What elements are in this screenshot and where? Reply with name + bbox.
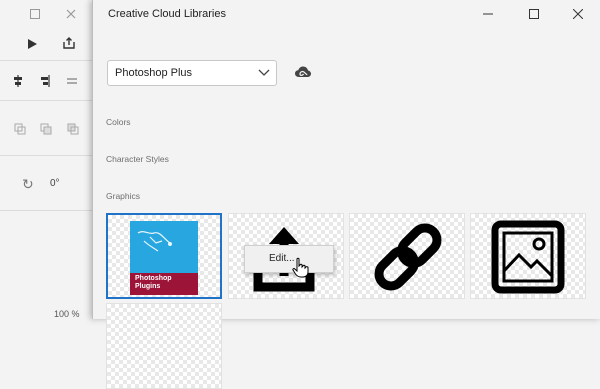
section-colors[interactable]: Colors bbox=[106, 117, 131, 127]
context-menu-edit[interactable]: Edit... bbox=[269, 253, 295, 264]
hand-cursor-icon bbox=[292, 257, 309, 278]
creative-cloud-icon[interactable] bbox=[295, 66, 311, 78]
duplicate-icon[interactable] bbox=[40, 123, 52, 137]
divider bbox=[0, 155, 92, 156]
section-graphics[interactable]: Graphics bbox=[106, 191, 140, 201]
rotation-value[interactable]: 0° bbox=[50, 178, 60, 189]
zoom-value: 100 % bbox=[54, 309, 80, 319]
close-button[interactable] bbox=[555, 0, 600, 28]
share-icon[interactable] bbox=[62, 36, 76, 52]
libraries-window: Creative Cloud Libraries Photoshop Plus … bbox=[92, 0, 600, 389]
library-select[interactable]: Photoshop Plus bbox=[107, 60, 277, 86]
background-app-window: ↻ 0° 100 % bbox=[0, 0, 92, 319]
background-titlebar bbox=[0, 0, 92, 28]
title-bar: Creative Cloud Libraries bbox=[93, 0, 600, 28]
section-character-styles[interactable]: Character Styles bbox=[106, 154, 169, 164]
graphic-tile-image[interactable] bbox=[470, 213, 586, 299]
minimize-icon[interactable] bbox=[30, 9, 40, 21]
minimize-button[interactable] bbox=[465, 0, 511, 28]
library-select-value: Photoshop Plus bbox=[115, 67, 193, 79]
align-center-icon[interactable] bbox=[12, 75, 24, 89]
maximize-button[interactable] bbox=[511, 0, 557, 28]
close-icon bbox=[573, 9, 583, 19]
graphic-tile-link[interactable] bbox=[349, 213, 465, 299]
play-icon[interactable] bbox=[26, 38, 38, 52]
graphic-tile-partial[interactable] bbox=[106, 303, 222, 389]
divider bbox=[0, 60, 92, 61]
divider bbox=[0, 100, 92, 101]
graphic-tile-photoshop-plugins[interactable]: Photoshop Plugins bbox=[106, 213, 222, 299]
rotate-icon[interactable]: ↻ bbox=[22, 176, 34, 193]
copy-icon[interactable] bbox=[14, 123, 26, 137]
arrange-icon[interactable] bbox=[67, 123, 79, 137]
align-right-icon[interactable] bbox=[38, 75, 50, 89]
close-icon[interactable] bbox=[66, 9, 76, 21]
link-icon bbox=[374, 223, 442, 291]
image-icon bbox=[491, 220, 565, 294]
align-justify-icon[interactable] bbox=[66, 75, 78, 89]
plugin-caption-line2: Plugins bbox=[135, 283, 161, 290]
plugin-caption-line1: Photoshop bbox=[135, 275, 172, 282]
plugin-caption: Photoshop Plugins bbox=[135, 275, 172, 291]
context-menu: Edit... bbox=[244, 245, 334, 273]
window-title: Creative Cloud Libraries bbox=[108, 8, 226, 20]
minimize-icon bbox=[483, 13, 493, 15]
chevron-down-icon bbox=[258, 69, 270, 76]
maximize-icon bbox=[529, 9, 539, 19]
divider bbox=[0, 210, 92, 211]
